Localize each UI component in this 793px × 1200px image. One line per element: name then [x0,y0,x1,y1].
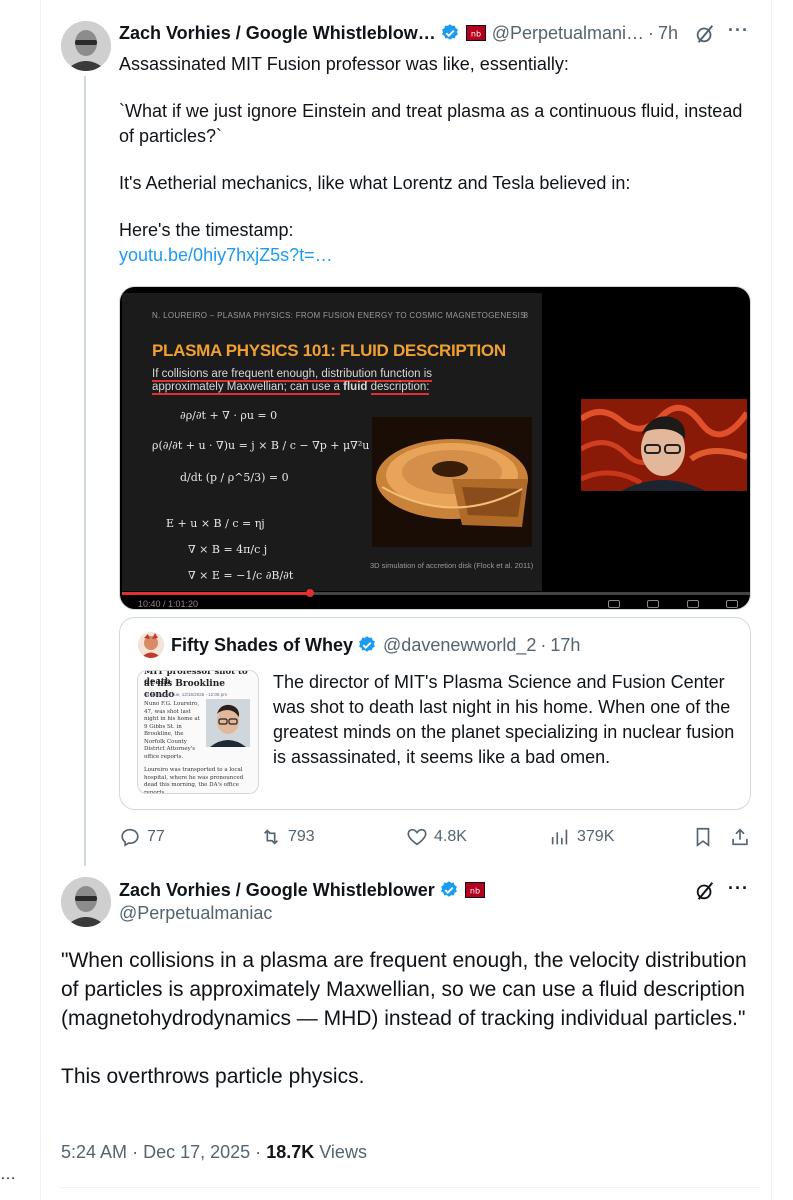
quoted-avatar[interactable] [138,632,164,658]
more-options-icon[interactable]: ··· [728,878,749,899]
quoted-article-thumbnail[interactable]: MIT professor shot to death at his Brook… [137,670,259,794]
pip-icon[interactable] [686,600,699,608]
author-name[interactable]: Zach Vorhies / Google Whistleblow… [119,23,436,44]
tweet-header: Zach Vorhies / Google Whistleblow… nb @P… [119,20,759,46]
avatar[interactable] [61,877,111,927]
slide-subtitle-line2: approximately Maxwellian; can use a [152,381,340,395]
separator: · [540,634,547,655]
like-icon [407,828,427,846]
svg-text:nb: nb [471,30,481,39]
quoted-author-handle[interactable]: @davenewworld_2 [383,635,536,656]
equation: ρ(∂/∂t + u · ∇)u = j × B / c − ∇p + μ∇²u [152,439,370,452]
quoted-timestamp[interactable]: 17h [550,635,580,656]
author-handle[interactable]: @Perpetualmaniac [119,903,272,924]
equation: ∇ × E = −1/c ∂B/∂t [188,569,294,582]
slide-header: N. LOUREIRO – PLASMA PHYSICS: FROM FUSIO… [152,311,526,320]
separator: · [132,1142,139,1162]
views-button[interactable]: 379K [549,826,614,848]
reply-icon [121,828,139,847]
verified-badge-icon [441,24,458,40]
slide-page-number: 8 [523,311,528,320]
grok-icon[interactable] [694,880,716,902]
thumb-body: Loureiro was transported to a local hosp… [144,767,244,794]
embedded-video[interactable]: N. LOUREIRO – PLASMA PHYSICS: FROM FUSIO… [119,286,751,610]
quoted-author-name[interactable]: Fifty Shades of Whey [171,635,353,656]
tweet-paragraph: This overthrows particle physics. [61,1065,365,1088]
bookmark-icon[interactable] [692,826,714,848]
views-count: 18.7K [266,1142,315,1162]
thumb-byline: By adamg on Tue, 12/16/2025 - 12:06 pm [144,692,228,697]
slide-subtitle-bold: fluid [343,381,368,393]
timeline-right-border [771,0,772,1200]
views-icon [551,829,568,845]
svg-text:nb: nb [470,887,480,896]
fullscreen-icon[interactable] [725,600,738,608]
tweet-line: Here's the timestamp: [119,220,294,240]
tweet-header: Zach Vorhies / Google Whistleblower nb [119,877,485,903]
affiliate-badge-icon: nb [465,25,486,41]
equation: ∇ × B = 4π/c j [188,543,268,556]
equation: E + u × B / c = ηj [166,517,265,530]
slide-caption: 3D simulation of accretion disk (Flock e… [370,561,534,570]
separator: · [648,22,655,43]
thumb-title: at his Brookline condo [144,679,225,700]
sidebar-more-dots[interactable]: … [0,1166,17,1184]
video-progress-handle[interactable] [306,589,315,597]
repost-count: 793 [288,828,315,845]
tweet-line: `What if we just ignore Einstein and tre… [119,101,743,146]
avatar[interactable] [61,21,111,71]
tweet-body: Assassinated MIT Fusion professor was li… [119,52,759,268]
repost-button[interactable]: 793 [260,826,315,848]
quoted-tweet[interactable]: Fifty Shades of Whey @davenewworld_2 · 1… [119,617,751,810]
video-progress-fill [122,592,311,595]
verified-badge-icon [359,636,375,652]
video-slide: N. LOUREIRO – PLASMA PHYSICS: FROM FUSIO… [122,293,542,591]
quoted-tweet-text: The director of MIT's Plasma Science and… [273,672,735,767]
equation: d/dt (p / ρ^5/3) = 0 [180,471,289,484]
tweet-paragraph: "When collisions in a plasma are frequen… [61,949,747,1030]
like-count: 4.8K [434,828,467,845]
views-label: Views [319,1142,367,1162]
slide-subtitle-line1: If collisions are frequent enough, distr… [152,368,432,382]
reply-count: 77 [147,828,165,845]
equation: ∂ρ/∂t + ∇ · ρu = 0 [180,409,278,422]
author-handle[interactable]: @Perpetualmani… [492,23,644,44]
divider [61,1187,761,1188]
youtube-link[interactable]: youtu.be/0hiy7hxjZ5s?t=… [119,243,759,268]
tweet-date[interactable]: Dec 17, 2025 [143,1142,250,1162]
settings-icon[interactable] [647,600,660,608]
grok-icon[interactable] [694,23,716,45]
quoted-tweet-header: Fifty Shades of Whey @davenewworld_2 · 1… [171,632,580,658]
more-options-icon[interactable]: ··· [728,20,749,41]
tweet-line: Assassinated MIT Fusion professor was li… [119,54,569,74]
share-icon[interactable] [729,826,751,848]
slide-title: PLASMA PHYSICS 101: FLUID DESCRIPTION [152,341,506,360]
accretion-disk-image [372,417,532,547]
author-name[interactable]: Zach Vorhies / Google Whistleblower [119,880,435,901]
thumb-body: Nuno F.G. Loureiro, 47, was shot last ni… [144,701,200,760]
views-count: 379K [577,828,615,845]
tweet-line: It's Aetherial mechanics, like what Lore… [119,173,631,193]
thumb-portrait [206,699,250,747]
video-time: 10:40 / 1:01:20 [138,599,199,609]
timeline-left-border [40,0,41,1200]
tweet-meta: 5:24 AM · Dec 17, 2025 · 18.7K Views [61,1142,367,1163]
video-progress-bar[interactable] [122,589,750,597]
action-bar: 77 793 4.8K 379K [119,824,759,850]
slide-subtitle-line3: description: [370,381,430,395]
captions-icon[interactable] [608,600,620,608]
affiliate-badge-icon: nb [464,882,485,898]
tweet-body: "When collisions in a plasma are frequen… [61,946,761,1091]
separator: · [255,1142,262,1162]
video-controls [608,600,738,608]
repost-icon [263,829,279,845]
like-button[interactable]: 4.8K [406,826,467,848]
slide-subtitle: If collisions are frequent enough, distr… [152,368,452,395]
timestamp[interactable]: 7h [658,23,678,44]
reply-button[interactable]: 77 [119,826,165,848]
speaker-webcam [581,399,747,491]
verified-badge-icon [440,881,457,897]
tweet-time[interactable]: 5:24 AM [61,1142,127,1162]
thread-connector-line [84,76,86,866]
